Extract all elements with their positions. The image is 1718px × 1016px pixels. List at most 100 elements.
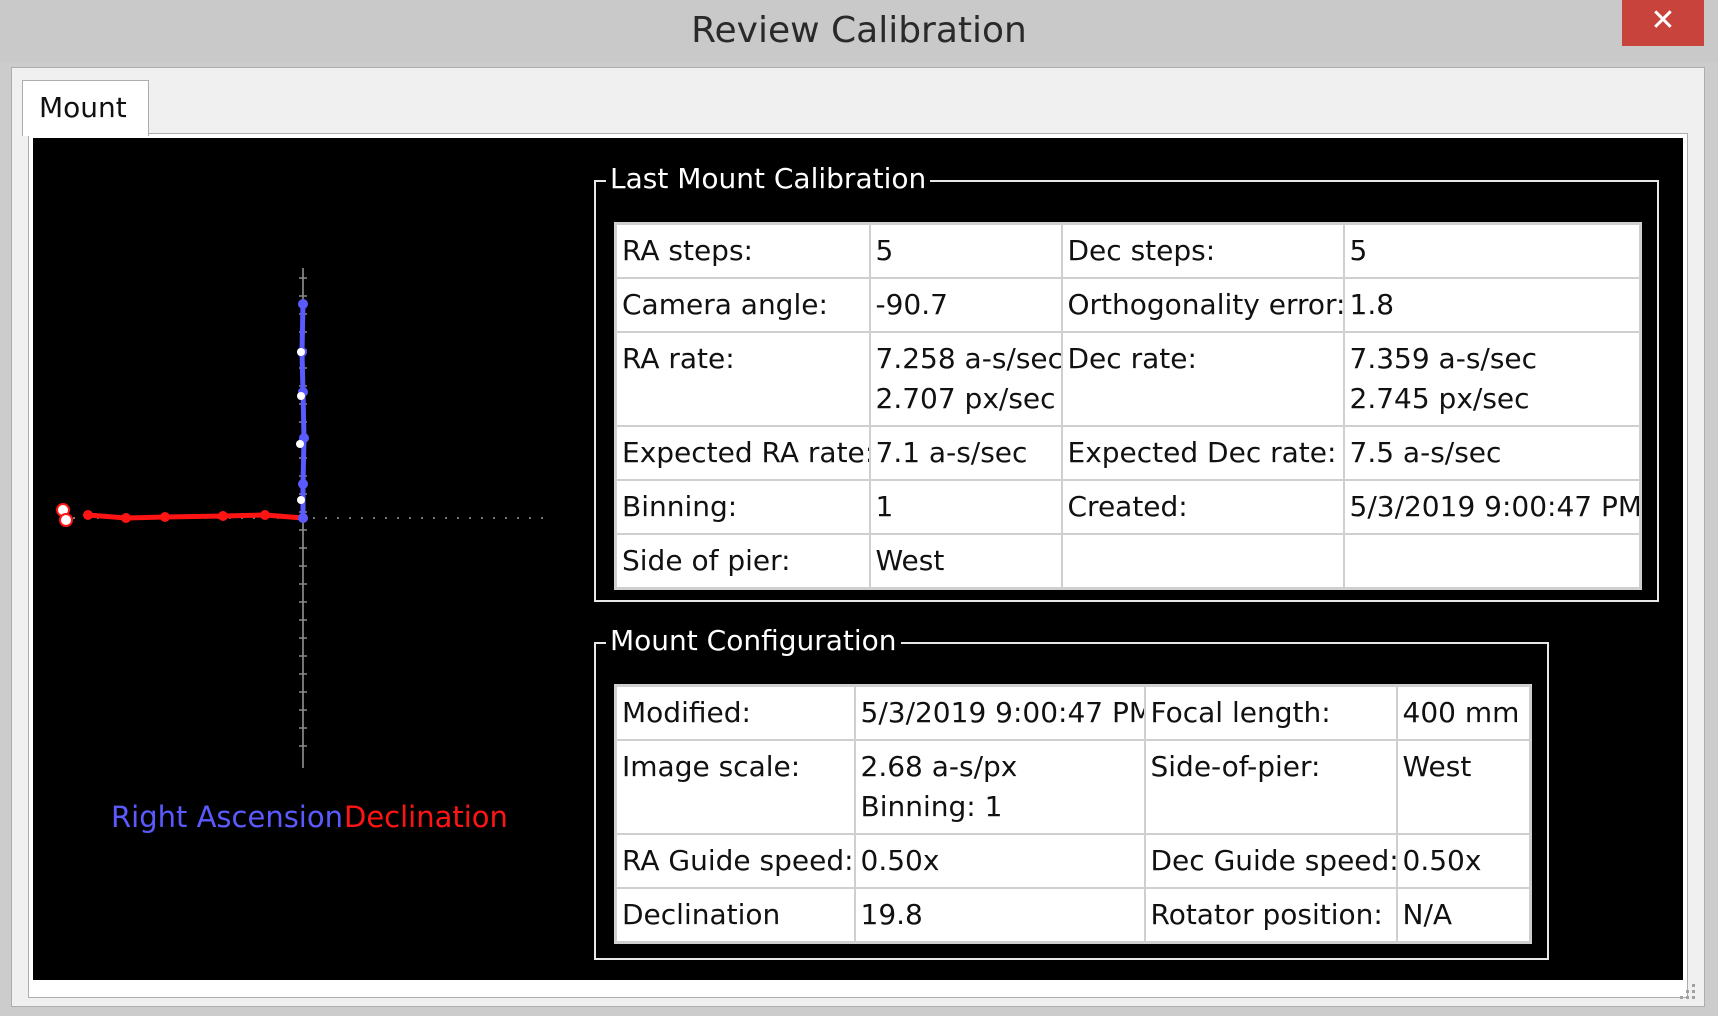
label-text: Dec rate:: [1067, 342, 1197, 375]
value-text: 0.50x: [860, 844, 940, 877]
value-text: 400 mm: [1402, 696, 1520, 729]
table-row: RA Guide speed: 0.50x Dec Guide speed: 0.50…: [614, 833, 1532, 889]
value-text: 5/3/2019 9:00:47 PM: [1349, 490, 1641, 523]
field-value: 1.8: [1342, 277, 1642, 333]
label-text: RA rate:: [622, 342, 735, 375]
field-label: Camera angle:: [614, 277, 871, 333]
dec-return-point: [59, 513, 73, 527]
dec-point: [83, 510, 93, 520]
value-text: West: [875, 544, 945, 577]
dec-point: [218, 511, 228, 521]
last-calibration-table: RA steps: 5 Dec steps: 5 Camera angle: -90.7 O…: [614, 222, 1642, 590]
table-row: Side of pier: West: [614, 533, 1642, 590]
field-value: 7.5 a-s/sec: [1342, 425, 1642, 481]
field-value: 1: [868, 479, 1063, 535]
table-row: Expected RA rate: 7.1 a-s/sec Expected Dec…: [614, 425, 1642, 481]
table-row: RA rate: 7.258 a-s/sec 2.707 px/sec Dec rat…: [614, 331, 1642, 427]
field-label: Orthogonality error:: [1060, 277, 1345, 333]
dec-line: [87, 512, 304, 521]
field-value: 7.1 a-s/sec: [868, 425, 1063, 481]
field-label: Dec rate:: [1060, 331, 1345, 427]
value-text: 7.359 a-s/sec: [1349, 342, 1538, 375]
label-text: Dec steps:: [1067, 234, 1216, 267]
table-row: Declination 19.8 Rotator position: N/A: [614, 887, 1532, 944]
label-text: Expected Dec rate:: [1067, 436, 1337, 469]
window-title: Review Calibration: [691, 10, 1027, 51]
label-text: Side of pier:: [622, 544, 791, 577]
field-label: Focal length:: [1143, 684, 1398, 741]
last-mount-calibration-title: Last Mount Calibration: [606, 162, 931, 195]
field-value: 19.8: [853, 887, 1146, 944]
field-value: 400 mm: [1395, 684, 1532, 741]
label-text: RA steps:: [622, 234, 753, 267]
label-text: Dec Guide speed:: [1150, 844, 1397, 877]
field-label: Expected Dec rate:: [1060, 425, 1345, 481]
value-text: 7.1 a-s/sec: [875, 436, 1028, 469]
value-text: 0.50x: [1402, 844, 1482, 877]
table-row: Camera angle: -90.7 Orthogonality error: 1.…: [614, 277, 1642, 333]
field-label: Declination: [614, 887, 856, 944]
label-text: Binning:: [622, 490, 738, 523]
table-row: Binning: 1 Created: 5/3/2019 9:00:47 PM: [614, 479, 1642, 535]
value-text: [1350, 541, 1635, 581]
field-label: Created:: [1060, 479, 1345, 535]
dec-trace: [56, 503, 308, 527]
value-text: 5: [1349, 234, 1368, 267]
field-value: [1342, 533, 1642, 590]
value-text-secondary: Binning: 1: [860, 790, 1003, 823]
label-text: Modified:: [622, 696, 751, 729]
close-icon: ✕: [1650, 3, 1676, 38]
review-calibration-window: Review Calibration ✕ Mount Right Ascensi…: [0, 0, 1718, 1016]
field-value: 5: [1342, 222, 1642, 279]
close-button[interactable]: ✕: [1622, 0, 1704, 46]
field-label: Modified:: [614, 684, 856, 741]
value-text: 1.8: [1349, 288, 1395, 321]
ra-point: [298, 513, 308, 523]
dec-point: [260, 510, 270, 520]
title-bar[interactable]: Review Calibration ✕: [0, 0, 1718, 62]
field-value: West: [1395, 739, 1532, 835]
ra-point: [298, 299, 308, 309]
value-text-secondary: 2.707 px/sec: [875, 382, 1056, 415]
label-text: Side-of-pier:: [1150, 750, 1321, 783]
field-value: 0.50x: [853, 833, 1146, 889]
table-row: RA steps: 5 Dec steps: 5: [614, 222, 1642, 279]
value-text-secondary: 2.745 px/sec: [1349, 382, 1530, 415]
ra-return-point: [297, 348, 305, 356]
field-label: Dec Guide speed:: [1143, 833, 1398, 889]
field-value: 5/3/2019 9:00:47 PM: [1342, 479, 1642, 535]
mount-configuration-table: Modified: 5/3/2019 9:00:47 PM Focal length…: [614, 684, 1532, 944]
field-label: RA steps:: [614, 222, 871, 279]
value-text: 7.5 a-s/sec: [1349, 436, 1502, 469]
value-text: 5/3/2019 9:00:47 PM: [860, 696, 1145, 729]
label-text: Camera angle:: [622, 288, 828, 321]
value-text: -90.7: [875, 288, 948, 321]
label-text: Focal length:: [1150, 696, 1331, 729]
field-value: 7.258 a-s/sec 2.707 px/sec: [868, 331, 1063, 427]
field-value: 2.68 a-s/px Binning: 1: [853, 739, 1146, 835]
label-text: Expected RA rate:: [622, 436, 870, 469]
field-value: -90.7: [868, 277, 1063, 333]
value-text: 2.68 a-s/px: [860, 750, 1018, 783]
field-label: Rotator position:: [1143, 887, 1398, 944]
label-text: RA Guide speed:: [622, 844, 854, 877]
value-text: 7.258 a-s/sec: [875, 342, 1062, 375]
field-label: Side of pier:: [614, 533, 871, 590]
legend-declination: Declination: [344, 800, 508, 834]
label-text: Created:: [1067, 490, 1188, 523]
field-label: Binning:: [614, 479, 871, 535]
field-value: West: [868, 533, 1063, 590]
label-text: Declination: [622, 898, 781, 931]
resize-grip-icon[interactable]: [1672, 976, 1698, 1002]
value-text: N/A: [1402, 898, 1453, 931]
label-text: Image scale:: [622, 750, 801, 783]
field-value: N/A: [1395, 887, 1532, 944]
ra-point: [298, 479, 308, 489]
label-text: Rotator position:: [1150, 898, 1383, 931]
tab-mount[interactable]: Mount: [22, 80, 149, 136]
value-text: West: [1402, 750, 1472, 783]
field-label: Expected RA rate:: [614, 425, 871, 481]
label-text: [1068, 541, 1338, 581]
field-label: Dec steps:: [1060, 222, 1345, 279]
dec-point: [160, 512, 170, 522]
